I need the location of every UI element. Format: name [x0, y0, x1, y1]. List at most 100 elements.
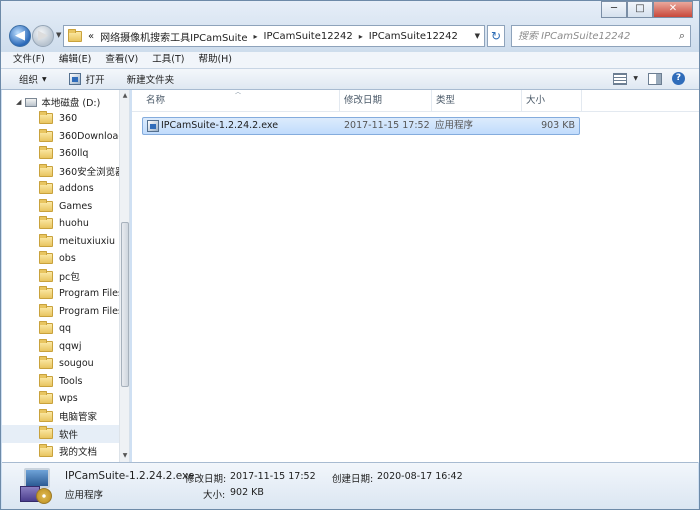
details-size-label: 大小: — [203, 490, 226, 501]
details-filename: IPCamSuite-1.2.24.2.exe — [65, 470, 195, 482]
scroll-up-icon[interactable]: ▲ — [121, 92, 129, 100]
sidebar-folder-item[interactable]: qqwj — [2, 338, 120, 356]
file-list: ︿ 名称 修改日期 类型 大小 IPCamSuite-1.2.24.2.exe … — [132, 90, 699, 462]
search-box[interactable]: ⌕ — [511, 25, 691, 47]
menu-view[interactable]: 查看(V) — [105, 52, 138, 68]
back-button[interactable]: ◀ — [9, 25, 31, 47]
column-size[interactable]: 大小 — [522, 90, 582, 112]
open-button[interactable]: 打开 — [68, 72, 105, 86]
folder-icon — [39, 128, 53, 142]
breadcrumb-separator-icon[interactable]: ▸ — [359, 32, 363, 41]
recent-pages-dropdown[interactable]: ▼ — [56, 31, 61, 39]
breadcrumb-item[interactable]: IPCamSuite12242 — [264, 31, 353, 42]
folder-icon — [39, 426, 53, 440]
window-chrome: ─ □ ✕ ◀ ▶ ▼ « 网络摄像机搜索工具IPCamSuite ▸ IPCa… — [1, 1, 699, 90]
menu-file[interactable]: 文件(F) — [13, 52, 45, 68]
address-bar[interactable]: « 网络摄像机搜索工具IPCamSuite ▸ IPCamSuite12242 … — [63, 25, 485, 47]
breadcrumb-item[interactable]: IPCamSuite12242 — [369, 31, 458, 42]
folder-icon — [39, 391, 53, 405]
sidebar-folder-item[interactable]: sougou — [2, 355, 120, 373]
folder-icon — [39, 163, 53, 177]
sidebar-folder-item[interactable]: Program Files — [2, 303, 120, 321]
menu-tools[interactable]: 工具(T) — [152, 52, 184, 68]
sidebar-folder-label: Tools — [59, 375, 83, 387]
sidebar-folder-item[interactable]: addons — [2, 180, 120, 198]
close-button[interactable]: ✕ — [653, 1, 693, 18]
sidebar-folder-item[interactable]: 电脑管家 — [2, 408, 120, 426]
sidebar-folder-item[interactable]: 我的文档 — [2, 443, 120, 461]
sidebar-folder-item[interactable]: Program Files — [2, 285, 120, 303]
menu-help[interactable]: 帮助(H) — [198, 52, 232, 68]
sidebar-folder-item[interactable]: 360安全浏览器 — [2, 163, 120, 181]
sidebar-folder-label: 软件 — [59, 429, 79, 441]
breadcrumb-separator-icon[interactable]: ▸ — [254, 32, 258, 41]
view-list-icon[interactable] — [613, 72, 628, 85]
tree-root-label: 本地磁盘 (D:) — [41, 98, 101, 109]
organize-label: 组织 — [19, 75, 39, 86]
folder-icon — [39, 408, 53, 422]
help-icon[interactable]: ? — [672, 72, 685, 85]
breadcrumb-overflow[interactable]: « — [88, 31, 94, 42]
maximize-button[interactable]: □ — [627, 1, 653, 18]
sidebar-folder-label: 360 — [59, 113, 78, 125]
folder-icon — [39, 233, 53, 247]
sidebar-folder-label: 360安全浏览器 — [59, 167, 120, 179]
preview-pane-icon[interactable] — [648, 72, 662, 85]
column-type[interactable]: 类型 — [432, 90, 522, 112]
folder-tree: 360 360Downloads 360llq 360安全浏览器 addons Games… — [2, 110, 120, 460]
open-label: 打开 — [85, 75, 105, 86]
sidebar-folder-item[interactable]: Tools — [2, 373, 120, 391]
sidebar-folder-item[interactable]: 360 — [2, 110, 120, 128]
drive-icon — [25, 97, 38, 107]
sidebar-folder-item[interactable]: 软件 — [2, 425, 120, 443]
sidebar-folder-item[interactable]: pc包 — [2, 268, 120, 286]
expand-icon[interactable]: ◢ — [16, 98, 21, 106]
new-folder-button[interactable]: 新建文件夹 — [127, 72, 175, 86]
column-headers: ︿ 名称 修改日期 类型 大小 — [132, 90, 699, 112]
explorer-window: ─ □ ✕ ◀ ▶ ▼ « 网络摄像机搜索工具IPCamSuite ▸ IPCa… — [0, 0, 700, 510]
minimize-button[interactable]: ─ — [601, 1, 627, 18]
sidebar-folder-label: 360llq — [59, 148, 89, 160]
menu-bar: 文件(F) 编辑(E) 查看(V) 工具(T) 帮助(H) — [1, 52, 699, 68]
sidebar-folder-item[interactable]: huohu — [2, 215, 120, 233]
forward-button[interactable]: ▶ — [32, 25, 54, 47]
sidebar-folder-item[interactable]: obs — [2, 250, 120, 268]
scroll-down-icon[interactable]: ▼ — [121, 452, 129, 460]
details-created-value: 2020-08-17 16:42 — [377, 471, 463, 482]
search-input[interactable] — [518, 30, 668, 42]
details-modified-value: 2017-11-15 17:52 — [230, 471, 316, 482]
file-row[interactable]: IPCamSuite-1.2.24.2.exe 2017-11-15 17:52… — [142, 117, 580, 135]
column-modified[interactable]: 修改日期 — [340, 90, 432, 112]
sidebar-folder-item[interactable]: wps — [2, 390, 120, 408]
sidebar-folder-item[interactable]: 360llq — [2, 145, 120, 163]
tree-root-drive[interactable]: ◢ 本地磁盘 (D:) — [16, 95, 100, 109]
sidebar-folder-label: Games — [59, 200, 93, 212]
sidebar-folder-item[interactable]: 360Downloads — [2, 128, 120, 146]
folder-icon — [39, 111, 53, 125]
folder-icon — [68, 28, 82, 42]
file-size: 903 KB — [541, 120, 575, 131]
chevron-down-icon[interactable]: ▼ — [475, 32, 480, 40]
column-name[interactable]: 名称 — [142, 90, 340, 112]
sidebar-folder-label: 电脑管家 — [59, 412, 98, 424]
sidebar-folder-item[interactable]: Games — [2, 198, 120, 216]
scrollbar-thumb[interactable] — [121, 222, 129, 387]
view-controls: ▼ ? — [603, 72, 685, 85]
menu-edit[interactable]: 编辑(E) — [59, 52, 91, 68]
sidebar-folder-label: huohu — [59, 218, 89, 230]
folder-icon — [39, 268, 53, 282]
folder-icon — [39, 443, 53, 457]
scrollbar-vertical[interactable]: ▲ ▼ — [119, 90, 129, 462]
folder-icon — [39, 181, 53, 195]
breadcrumb-item[interactable]: 网络摄像机搜索工具IPCamSuite — [100, 29, 247, 44]
sidebar-folder-item[interactable]: qq — [2, 320, 120, 338]
file-modified: 2017-11-15 17:52 — [344, 120, 430, 131]
refresh-button[interactable]: ↻ — [487, 25, 505, 47]
folder-icon — [39, 216, 53, 230]
navigation-pane: ◢ 本地磁盘 (D:) 360 360Downloads 360llq 360安全浏览… — [2, 90, 130, 462]
chevron-down-icon[interactable]: ▼ — [633, 75, 638, 82]
sidebar-folder-label: Program Files — [59, 288, 120, 300]
sidebar-folder-item[interactable]: meituxiuxiu — [2, 233, 120, 251]
organize-button[interactable]: 组织 ▼ — [19, 72, 47, 86]
search-icon[interactable]: ⌕ — [679, 29, 685, 43]
